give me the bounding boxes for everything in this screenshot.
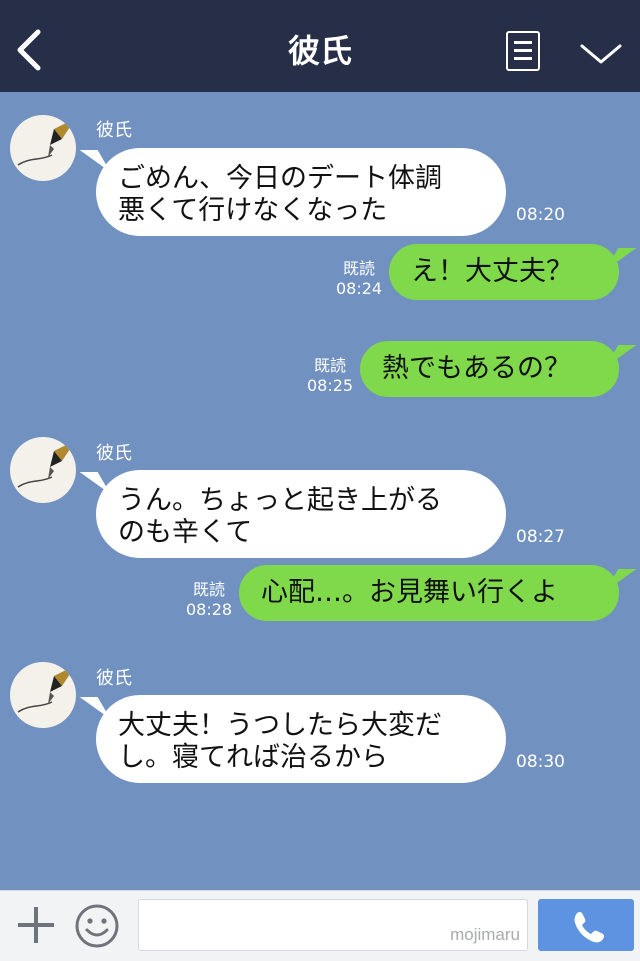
- message-time: 08:25: [307, 376, 354, 395]
- sender-name: 彼氏: [96, 120, 132, 141]
- message-line: 心配…。お見舞い行くよ: [261, 577, 558, 608]
- smiley-icon[interactable]: [74, 903, 120, 949]
- read-label: 既読: [343, 259, 376, 278]
- read-receipt: 既読 08:28: [186, 580, 232, 620]
- incoming-message-bubble[interactable]: ごめん、今日のデート体調 悪くて行けなくなった: [96, 148, 506, 236]
- fountain-pen-icon: [17, 670, 70, 713]
- input-bar: mojimaru: [0, 890, 640, 961]
- chat-title: 彼氏: [287, 32, 352, 70]
- sender-name: 彼氏: [96, 443, 132, 464]
- phone-icon: [574, 911, 605, 943]
- call-button[interactable]: [538, 899, 634, 951]
- watermark: mojimaru: [450, 925, 520, 944]
- message-time: 08:20: [516, 205, 565, 225]
- message-time: 08:24: [336, 279, 383, 298]
- fountain-pen-icon: [17, 445, 70, 488]
- plus-icon[interactable]: [16, 905, 56, 945]
- message-line: し。寝てれば治るから: [118, 742, 388, 773]
- avatar[interactable]: [10, 115, 76, 181]
- message-line: ごめん、今日のデート体調: [118, 163, 442, 194]
- message-time: 08:27: [516, 527, 565, 547]
- chat-area[interactable]: 彼氏 ごめん、今日のデート体調 悪くて行けなくなった 08:20 既読 08:2…: [0, 92, 640, 890]
- chat-header: 彼氏: [0, 0, 640, 92]
- fountain-pen-icon: [17, 123, 70, 166]
- outgoing-message-bubble[interactable]: 心配…。お見舞い行くよ: [239, 565, 619, 621]
- incoming-message-bubble[interactable]: うん。ちょっと起き上がる のも辛くて: [96, 470, 506, 558]
- message-line: 大丈夫！うつしたら大変だ: [118, 710, 442, 741]
- incoming-message-bubble[interactable]: 大丈夫！うつしたら大変だ し。寝てれば治るから: [96, 695, 506, 783]
- message-line: 熱でもあるの？: [382, 353, 571, 384]
- message-time: 08:30: [516, 752, 565, 772]
- outgoing-message-bubble[interactable]: え！大丈夫？: [389, 244, 619, 300]
- message-time: 08:28: [186, 600, 233, 619]
- message-line: うん。ちょっと起き上がる: [118, 485, 442, 516]
- message-line: 悪くて行けなくなった: [118, 195, 388, 226]
- sender-name: 彼氏: [96, 668, 132, 689]
- message-line: のも辛くて: [118, 517, 253, 548]
- read-receipt: 既読 08:24: [336, 259, 382, 299]
- menu-icon[interactable]: [506, 31, 540, 71]
- avatar[interactable]: [10, 437, 76, 503]
- read-label: 既読: [193, 580, 226, 599]
- chevron-down-icon[interactable]: [578, 40, 624, 68]
- read-label: 既読: [314, 356, 347, 375]
- message-line: え！大丈夫？: [411, 256, 573, 287]
- outgoing-message-bubble[interactable]: 熱でもあるの？: [360, 341, 619, 397]
- avatar[interactable]: [10, 662, 76, 728]
- read-receipt: 既読 08:25: [307, 356, 353, 396]
